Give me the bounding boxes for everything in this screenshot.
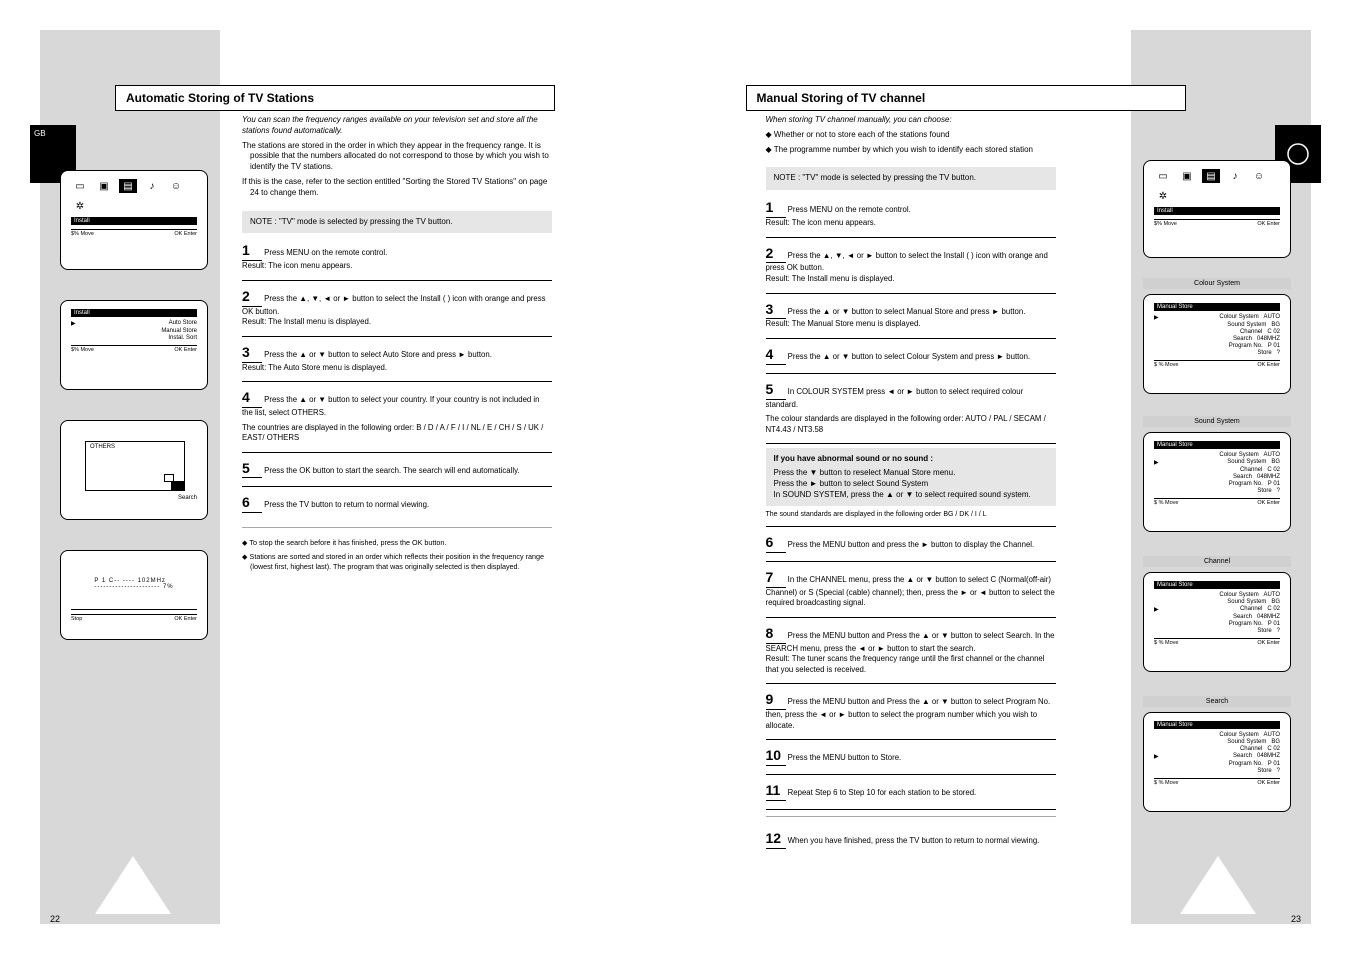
caption-search: Search: [1143, 696, 1291, 707]
triangle-decor-right: [1180, 856, 1256, 914]
content-right: When storing TV channel manually, you ca…: [766, 115, 1056, 857]
icon-sound: ♪: [143, 179, 161, 193]
page-left: GB Automatic Storing of TV Stations ▭ ▣ …: [0, 0, 676, 954]
screen-search-progress: P 1 C-- ---- 102MHz --------------------…: [60, 550, 208, 640]
note-box: NOTE : "TV" mode is selected by pressing…: [242, 211, 552, 234]
section-title-left: Automatic Storing of TV Stations: [115, 85, 555, 111]
icon-pip: ▣: [1178, 169, 1196, 183]
search-button[interactable]: Search: [178, 495, 197, 501]
page-number-left: 22: [50, 914, 60, 924]
screen-icon-menu: ▭ ▣ ▤ ♪ ☺ ✲ Install $% Move OK Enter: [60, 170, 208, 270]
footnotes-left: ◆ To stop the search before it has finis…: [242, 538, 552, 571]
icon-feature: ✲: [71, 199, 89, 213]
screen-manual-sound: Manual Store Colour System AUTO ▶Sound S…: [1143, 432, 1291, 532]
screen-auto-store: OTHERS Search: [60, 420, 208, 520]
screen-manual-channel: Manual Store Colour System AUTO Sound Sy…: [1143, 572, 1291, 672]
icon-function: ☺: [167, 179, 185, 193]
icon-function: ☺: [1250, 169, 1268, 183]
icon-install-selected: ▤: [119, 179, 137, 193]
country-panel: OTHERS: [85, 441, 185, 491]
screen-icon-menu-r: ▭ ▣ ▤ ♪ ☺ ✲ Install $% MoveOK Enter: [1143, 160, 1291, 258]
caption-channel: Channel: [1143, 556, 1291, 567]
screen-manual-search: Manual Store Colour System AUTO Sound Sy…: [1143, 712, 1291, 812]
nested-sound-box: If you have abnormal sound or no sound :…: [766, 448, 1056, 506]
screen-manual-colour: Manual Store ▶Colour System AUTO Sound S…: [1143, 294, 1291, 394]
page-right: Manual Storing of TV channel ▭ ▣ ▤ ♪ ☺ ✲…: [676, 0, 1351, 954]
icon-install-selected: ▤: [1202, 169, 1220, 183]
icon-sound: ♪: [1226, 169, 1244, 183]
screen-install-menu: Install ▶Auto Store Manual Store Instal.…: [60, 300, 208, 390]
manual-page-spread: GB Automatic Storing of TV Stations ▭ ▣ …: [0, 0, 1351, 954]
progress-bar: P 1 C-- ---- 102MHz --------------------…: [71, 559, 197, 609]
stop-button[interactable]: Stop: [71, 616, 82, 622]
page-number-right: 23: [1291, 914, 1301, 924]
note-box-r: NOTE : "TV" mode is selected by pressing…: [766, 167, 1056, 190]
icon-pip: ▣: [95, 179, 113, 193]
icon-picture: ▭: [1154, 169, 1172, 183]
section-title-right: Manual Storing of TV channel: [746, 85, 1186, 111]
caption-colour-system: Colour System: [1143, 278, 1291, 289]
icon-picture: ▭: [71, 179, 89, 193]
content-left: You can scan the frequency ranges availa…: [242, 115, 552, 575]
caption-sound-system: Sound System: [1143, 416, 1291, 427]
icon-feature: ✲: [1154, 189, 1172, 203]
triangle-decor-left: [95, 856, 171, 914]
